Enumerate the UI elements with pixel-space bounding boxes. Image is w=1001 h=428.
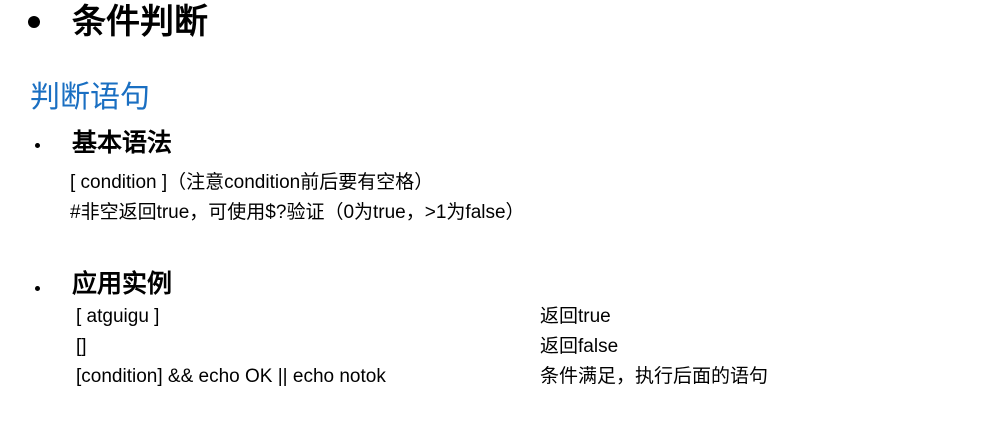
- example-code-1: [ atguigu ]: [76, 306, 160, 327]
- section2-bullet: [35, 286, 40, 291]
- section1-heading: 基本语法: [72, 128, 173, 157]
- section2-heading: 应用实例: [72, 269, 173, 298]
- syntax-line-2: #非空返回true，可使用$?验证（0为true，>1为false）: [70, 202, 525, 223]
- page-title: 条件判断: [72, 2, 208, 42]
- example-desc-3: 条件满足，执行后面的语句: [540, 366, 769, 387]
- example-code-2: []: [76, 336, 87, 357]
- title-bullet: [28, 16, 40, 28]
- syntax-line-1: [ condition ]（注意condition前后要有空格）: [70, 172, 434, 193]
- section-subtitle: 判断语句: [30, 80, 150, 115]
- example-code-3: [condition] && echo OK || echo notok: [76, 366, 386, 387]
- example-desc-2: 返回false: [540, 336, 619, 357]
- example-desc-1: 返回true: [540, 306, 611, 327]
- section1-bullet: [35, 143, 40, 148]
